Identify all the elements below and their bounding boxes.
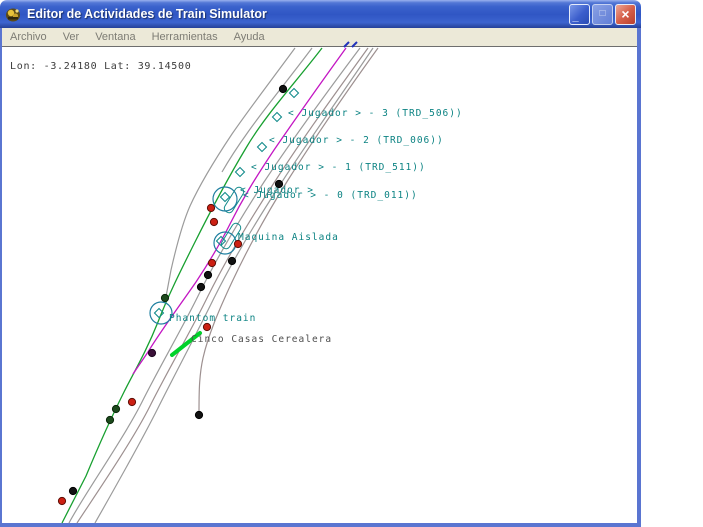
close-icon: × <box>621 7 629 21</box>
window-controls: _ □ × <box>569 4 636 25</box>
minimize-icon: _ <box>572 12 578 23</box>
window-border-right <box>637 28 641 527</box>
menu-bar: ArchivoVerVentanaHerramientasAyuda <box>2 28 637 46</box>
title-bar[interactable]: Editor de Actividades de Train Simulator… <box>0 0 641 28</box>
close-button[interactable]: × <box>615 4 636 25</box>
menu-item-ver[interactable]: Ver <box>55 31 88 43</box>
menu-item-ventana[interactable]: Ventana <box>87 31 143 43</box>
window-border-left <box>0 28 2 527</box>
menu-item-herramientas[interactable]: Herramientas <box>144 31 226 43</box>
app-icon <box>5 6 22 23</box>
train-object-label[interactable]: Maquina Aislada <box>238 233 339 243</box>
menu-item-ayuda[interactable]: Ayuda <box>226 31 273 43</box>
window-border-bottom <box>0 523 641 527</box>
train-object-label[interactable]: Phantom train <box>169 314 256 324</box>
place-name-label: Cinco Casas Cerealera <box>191 335 332 345</box>
train-object-label[interactable]: < Jugador > - 3 (TRD_506)) <box>288 109 463 119</box>
window-title: Editor de Actividades de Train Simulator <box>27 7 569 21</box>
menu-item-archivo[interactable]: Archivo <box>2 31 55 43</box>
maximize-button[interactable]: □ <box>592 4 613 25</box>
app-window: Editor de Actividades de Train Simulator… <box>0 0 641 527</box>
maximize-icon: □ <box>599 9 605 19</box>
coordinates-readout: Lon: -3.24180 Lat: 39.14500 <box>10 61 191 72</box>
minimize-button[interactable]: _ <box>569 4 590 25</box>
train-object-label[interactable]: < Jugador > - 0 (TRD_011)) <box>243 191 418 201</box>
train-object-label[interactable]: < Jugador > - 1 (TRD_511)) <box>251 163 426 173</box>
train-object-label[interactable]: < Jugador > - 2 (TRD_006)) <box>269 136 444 146</box>
